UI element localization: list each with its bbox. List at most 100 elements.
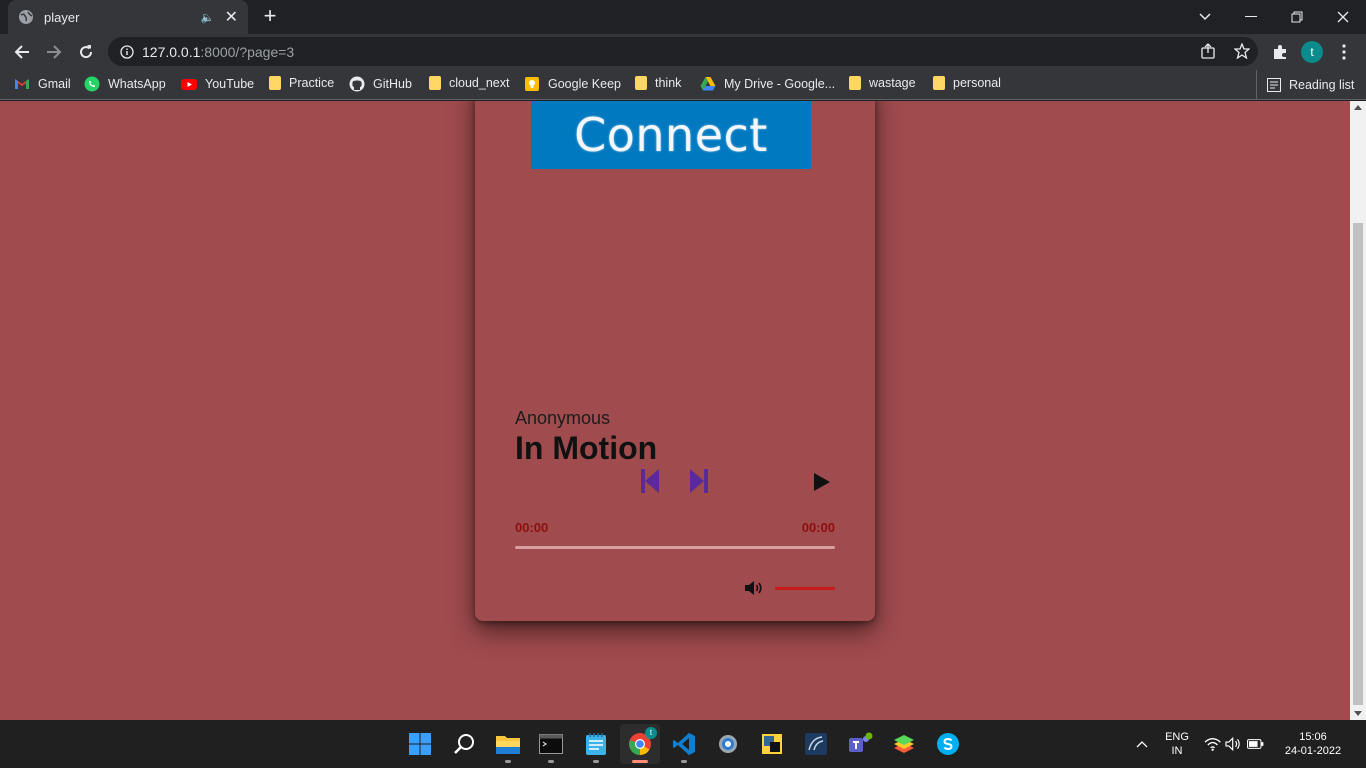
notepad-icon xyxy=(586,733,606,755)
globe-icon xyxy=(19,10,33,24)
vscode-button[interactable] xyxy=(670,730,698,758)
teams-icon xyxy=(849,732,873,752)
bookmarks-bar: Gmail WhatsApp YouTube Practice GitHub c… xyxy=(0,70,1366,100)
drive-icon xyxy=(700,77,716,91)
folder-icon xyxy=(933,76,945,90)
minimize-button[interactable] xyxy=(1228,0,1274,34)
region-code: IN xyxy=(1171,745,1183,757)
skip-next-icon xyxy=(690,469,708,493)
reload-button[interactable] xyxy=(72,38,100,66)
start-button[interactable] xyxy=(406,730,434,758)
reload-icon xyxy=(80,45,93,59)
song-title: In Motion xyxy=(515,430,658,466)
clock-time: 15:06 xyxy=(1299,731,1327,743)
running-indicator xyxy=(548,760,554,763)
bookmark-gmail[interactable]: Gmail xyxy=(14,76,71,92)
page-viewport: Connect Anonymous In Motion 00:00 00:00 xyxy=(0,101,1350,720)
forward-button[interactable] xyxy=(40,38,68,66)
bookmark-practice[interactable]: Practice xyxy=(269,76,334,90)
bookmark-google-keep[interactable]: Google Keep xyxy=(524,76,621,92)
taskbar: t ENG IN 15:06 24-01-2022 xyxy=(0,720,1366,768)
speaker-icon xyxy=(1225,736,1241,752)
skype-button[interactable] xyxy=(934,730,962,758)
whatsapp-icon xyxy=(84,76,100,92)
reading-list-icon xyxy=(1267,78,1281,92)
next-track-button[interactable] xyxy=(688,467,710,495)
language-indicator[interactable]: ENG IN xyxy=(1162,730,1192,758)
settings-button[interactable] xyxy=(714,730,742,758)
site-info-icon[interactable] xyxy=(120,44,134,59)
battery-icon xyxy=(1246,739,1264,749)
speaker-icon[interactable]: 🔈 xyxy=(201,11,215,24)
progress-slider[interactable] xyxy=(515,546,835,549)
profile-badge: t xyxy=(645,727,657,739)
wifi-icon xyxy=(1204,738,1221,751)
duration: 00:00 xyxy=(801,520,835,535)
folder-icon xyxy=(429,76,441,90)
browser-tab[interactable]: player 🔈 ✕ xyxy=(8,0,248,34)
previous-track-button[interactable] xyxy=(639,467,661,495)
star-icon[interactable] xyxy=(1234,43,1250,59)
back-arrow-icon xyxy=(14,45,29,59)
terminal-icon xyxy=(539,734,563,754)
bookmark-whatsapp[interactable]: WhatsApp xyxy=(84,76,166,92)
file-explorer-button[interactable] xyxy=(494,730,522,758)
scroll-thumb[interactable] xyxy=(1353,223,1363,705)
chevron-up-icon xyxy=(1136,741,1148,748)
new-tab-button[interactable]: + xyxy=(260,5,280,29)
quick-settings-button[interactable] xyxy=(1204,732,1264,756)
back-button[interactable] xyxy=(8,38,36,66)
folder-icon xyxy=(849,76,861,90)
mysql-workbench-button[interactable] xyxy=(802,730,830,758)
teams-button[interactable] xyxy=(846,730,874,758)
close-tab-icon[interactable]: ✕ xyxy=(225,7,238,27)
volume-icon xyxy=(745,581,762,595)
bookmark-github[interactable]: GitHub xyxy=(349,76,412,92)
tab-title: player xyxy=(44,9,80,25)
menu-icon[interactable] xyxy=(1334,42,1354,62)
bookmark-my-drive[interactable]: My Drive - Google... xyxy=(700,76,835,92)
share-icon[interactable] xyxy=(1200,43,1216,59)
active-indicator xyxy=(632,760,648,763)
artist-name: Anonymous xyxy=(515,408,611,428)
terminal-button[interactable] xyxy=(537,730,565,758)
clock[interactable]: 15:06 24-01-2022 xyxy=(1280,730,1346,758)
scroll-up-arrow-icon[interactable] xyxy=(1354,105,1362,110)
volume-button[interactable] xyxy=(743,579,765,597)
scroll-down-arrow-icon[interactable] xyxy=(1354,711,1362,716)
bookmark-youtube[interactable]: YouTube xyxy=(181,76,254,92)
show-hidden-icons-button[interactable] xyxy=(1130,732,1154,756)
bookmark-personal[interactable]: personal xyxy=(933,76,1001,90)
folder-icon xyxy=(269,76,281,90)
bookmark-cloud-next[interactable]: cloud_next xyxy=(429,76,509,90)
extensions-icon[interactable] xyxy=(1270,42,1290,62)
play-button[interactable] xyxy=(811,471,833,493)
tab-search-icon[interactable] xyxy=(1182,0,1228,34)
close-window-button[interactable] xyxy=(1320,0,1366,34)
search-button[interactable] xyxy=(450,730,478,758)
music-player-card: Connect Anonymous In Motion 00:00 00:00 xyxy=(475,101,875,621)
bookmark-wastage[interactable]: wastage xyxy=(849,76,916,90)
bluestacks-button[interactable] xyxy=(890,730,918,758)
bookmark-think[interactable]: think xyxy=(635,76,681,90)
folder-icon xyxy=(635,76,647,90)
keep-icon xyxy=(525,77,539,91)
skype-icon xyxy=(937,733,959,755)
mysql-icon xyxy=(805,733,827,755)
tab-strip: player 🔈 ✕ + xyxy=(0,0,1366,34)
search-icon xyxy=(454,734,474,754)
vscode-icon xyxy=(673,733,695,755)
python-idle-button[interactable] xyxy=(758,730,786,758)
album-cover: Connect xyxy=(531,101,811,169)
profile-avatar[interactable]: t xyxy=(1301,41,1323,63)
chrome-button[interactable]: t xyxy=(620,724,660,764)
address-bar[interactable]: 127.0.0.1:8000/?page=3 xyxy=(108,37,1258,66)
page-scrollbar[interactable] xyxy=(1350,101,1366,720)
notepad-button[interactable] xyxy=(582,730,610,758)
restore-button[interactable] xyxy=(1274,0,1320,34)
running-indicator xyxy=(505,760,511,763)
clock-date: 24-01-2022 xyxy=(1284,745,1342,757)
volume-slider[interactable] xyxy=(775,587,835,590)
reading-list-button[interactable]: Reading list xyxy=(1256,70,1354,100)
windows-logo-icon xyxy=(409,733,431,755)
